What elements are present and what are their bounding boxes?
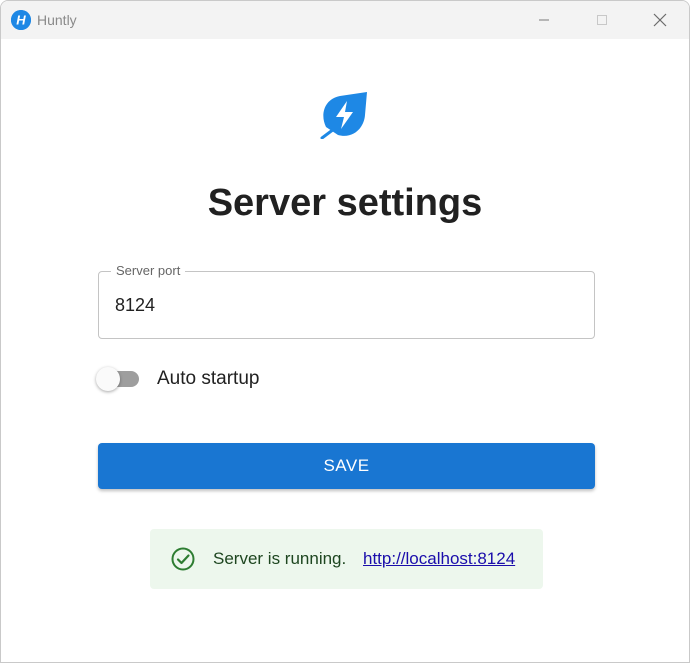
title-bar: H Huntly — [1, 1, 689, 39]
app-window: H Huntly Server settings Server port 812… — [0, 0, 690, 663]
toggle-thumb[interactable] — [96, 367, 120, 391]
server-port-input[interactable] — [115, 290, 575, 320]
save-button[interactable]: SAVE — [98, 443, 595, 489]
huntly-h-icon: H — [11, 10, 31, 30]
page-title: Server settings — [207, 182, 483, 224]
svg-text:H: H — [16, 13, 26, 28]
minimize-icon — [539, 19, 549, 21]
server-status-alert: Server is running. http://localhost:8124 — [150, 529, 543, 589]
close-icon — [653, 13, 667, 27]
server-url-link[interactable]: http://localhost:8124 — [363, 549, 515, 569]
auto-startup-label: Auto startup — [157, 368, 260, 389]
minimize-button[interactable] — [515, 1, 573, 39]
server-port-field[interactable]: Server port — [98, 263, 595, 339]
maximize-button[interactable] — [573, 1, 631, 39]
maximize-icon — [597, 15, 607, 25]
leaf-lightning-icon — [320, 92, 367, 139]
settings-page: Server settings Server port Auto startup… — [1, 39, 689, 662]
status-message: Server is running. — [213, 549, 347, 568]
close-button[interactable] — [631, 1, 689, 39]
auto-startup-toggle[interactable] — [96, 366, 146, 392]
server-port-label: Server port — [111, 263, 186, 278]
check-circle-icon — [171, 547, 195, 571]
window-title: Huntly — [37, 12, 77, 28]
